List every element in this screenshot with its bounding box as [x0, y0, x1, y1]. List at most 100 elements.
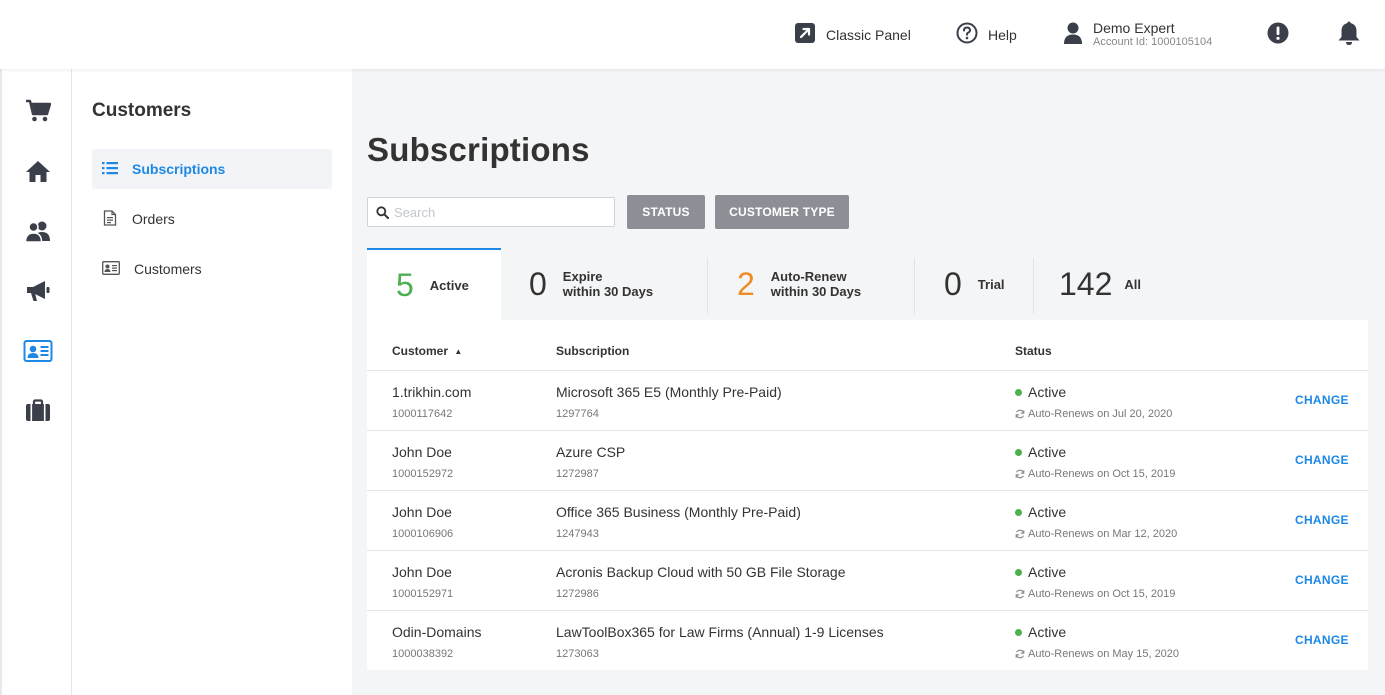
refresh-icon — [1015, 409, 1025, 419]
status-badge: Active — [1015, 444, 1066, 460]
change-button[interactable]: CHANGE — [1295, 513, 1349, 527]
contact-card-icon[interactable] — [22, 335, 54, 367]
customer-id: 1000117642 — [392, 408, 453, 420]
main-content: Subscriptions STATUS CUSTOMER TYPE 5 Act… — [352, 69, 1385, 695]
subscription-id: 1273063 — [556, 648, 599, 660]
auto-renew-info: Auto-Renews on May 15, 2020 — [1015, 648, 1179, 660]
top-bar: Classic Panel Help Demo Expert Account I… — [0, 0, 1385, 69]
subnav-item-orders[interactable]: Orders — [92, 199, 332, 239]
tab-label: All — [1124, 276, 1142, 292]
status-dot-icon — [1015, 568, 1022, 576]
subnav-item-subscriptions[interactable]: Subscriptions — [92, 149, 332, 189]
tab-active[interactable]: 5 Active — [367, 248, 501, 320]
change-button[interactable]: CHANGE — [1295, 633, 1349, 647]
table-row: Odin-Domains 1000038392 LawToolBox365 fo… — [367, 610, 1368, 670]
tab-label: Trial — [977, 276, 1005, 292]
customer-id: 1000152972 — [392, 468, 454, 480]
subscription-id: 1272986 — [556, 588, 599, 600]
renew-text: Auto-Renews on Oct 15, 2019 — [1028, 588, 1176, 600]
tab-label: Expire within 30 Days — [563, 269, 653, 299]
tab-count: 142 — [1059, 265, 1113, 302]
status-dot-icon — [1015, 448, 1022, 456]
tab-expire[interactable]: 0 Expire within 30 Days — [501, 248, 707, 320]
status-text: Active — [1028, 504, 1067, 520]
status-text: Active — [1028, 624, 1067, 640]
user-icon — [1063, 21, 1083, 48]
search-box — [367, 197, 615, 227]
subscription-name: LawToolBox365 for Law Firms (Annual) 1-9… — [556, 624, 884, 640]
subscription-id: 1272987 — [556, 468, 599, 480]
help-link[interactable]: Help — [956, 0, 1017, 69]
status-badge: Active — [1015, 564, 1066, 580]
tab-label: Auto-Renew within 30 Days — [771, 269, 861, 299]
auto-renew-info: Auto-Renews on Oct 15, 2019 — [1015, 588, 1175, 600]
subscription-name: Microsoft 365 E5 (Monthly Pre-Paid) — [556, 384, 782, 400]
status-badge: Active — [1015, 384, 1066, 400]
help-label: Help — [988, 26, 1017, 43]
help-icon — [956, 22, 978, 47]
refresh-icon — [1015, 649, 1025, 659]
tab-auto-renew[interactable]: 2 Auto-Renew within 30 Days — [708, 248, 914, 320]
subnav-label: Subscriptions — [132, 161, 226, 177]
home-icon[interactable] — [22, 155, 54, 187]
tab-count: 2 — [737, 265, 755, 302]
users-icon[interactable] — [22, 215, 54, 247]
user-menu[interactable]: Demo Expert Account Id: 1000105104 — [1063, 0, 1212, 69]
customer-type-filter-button[interactable]: CUSTOMER TYPE — [715, 195, 849, 229]
status-text: Active — [1028, 444, 1067, 460]
column-header-subscription[interactable]: Subscription — [556, 344, 629, 358]
status-text: Active — [1028, 564, 1067, 580]
page-title: Subscriptions — [367, 131, 590, 168]
tab-label-line2: within 30 Days — [562, 284, 654, 299]
cart-icon[interactable] — [22, 95, 54, 127]
tab-label-line1: Expire — [562, 269, 603, 284]
classic-panel-link[interactable]: Classic Panel — [794, 0, 911, 69]
subscription-name: Office 365 Business (Monthly Pre-Paid) — [556, 504, 801, 520]
tab-all[interactable]: 142 All — [1034, 248, 1174, 320]
customer-name: John Doe — [392, 504, 452, 520]
table-row: 1.trikhin.com 1000117642 Microsoft 365 E… — [367, 370, 1368, 430]
change-button[interactable]: CHANGE — [1295, 453, 1349, 467]
briefcase-icon[interactable] — [22, 395, 54, 427]
renew-text: Auto-Renews on Oct 15, 2019 — [1028, 468, 1176, 480]
customer-name: Odin-Domains — [392, 624, 482, 640]
refresh-icon — [1015, 469, 1025, 479]
refresh-icon — [1015, 529, 1025, 539]
auto-renew-info: Auto-Renews on Mar 12, 2020 — [1015, 528, 1177, 540]
alerts-button[interactable] — [1267, 0, 1289, 69]
subnav-item-customers[interactable]: Customers — [92, 249, 332, 289]
renew-text: Auto-Renews on Mar 12, 2020 — [1028, 528, 1178, 540]
renew-text: Auto-Renews on May 15, 2020 — [1028, 648, 1180, 660]
search-input[interactable] — [394, 202, 604, 222]
section-title: Customers — [92, 100, 192, 121]
customer-name: John Doe — [392, 564, 452, 580]
customer-id: 1000106906 — [392, 528, 454, 540]
megaphone-icon[interactable] — [22, 275, 54, 307]
column-header-status[interactable]: Status — [1015, 344, 1052, 358]
notifications-button[interactable] — [1337, 0, 1361, 69]
document-icon — [102, 209, 118, 229]
change-button[interactable]: CHANGE — [1295, 573, 1349, 587]
change-button[interactable]: CHANGE — [1295, 393, 1349, 407]
status-dot-icon — [1015, 628, 1022, 636]
id-card-icon — [102, 260, 120, 278]
tab-trial[interactable]: 0 Trial — [915, 248, 1033, 320]
status-tabs: 5 Active 0 Expire within 30 Days 2 Auto-… — [367, 248, 1368, 320]
tab-count: 0 — [944, 265, 962, 302]
subscription-name: Acronis Backup Cloud with 50 GB File Sto… — [556, 564, 846, 580]
status-filter-button[interactable]: STATUS — [627, 195, 705, 229]
icon-rail — [0, 69, 72, 695]
subnav-label: Customers — [134, 261, 202, 277]
customer-id: 1000152971 — [392, 588, 454, 600]
subscriptions-table: Customer ▲ Subscription Status 1.trikhin… — [367, 320, 1368, 670]
bell-icon — [1337, 20, 1361, 49]
auto-renew-info: Auto-Renews on Oct 15, 2019 — [1015, 468, 1175, 480]
tab-count: 5 — [396, 266, 414, 303]
classic-panel-label: Classic Panel — [826, 26, 911, 43]
refresh-icon — [1015, 589, 1025, 599]
tab-label-line1: Auto-Renew — [770, 269, 847, 284]
renew-text: Auto-Renews on Jul 20, 2020 — [1028, 408, 1173, 420]
column-header-customer[interactable]: Customer ▲ — [392, 344, 462, 358]
list-icon — [102, 161, 118, 178]
status-dot-icon — [1015, 388, 1022, 396]
